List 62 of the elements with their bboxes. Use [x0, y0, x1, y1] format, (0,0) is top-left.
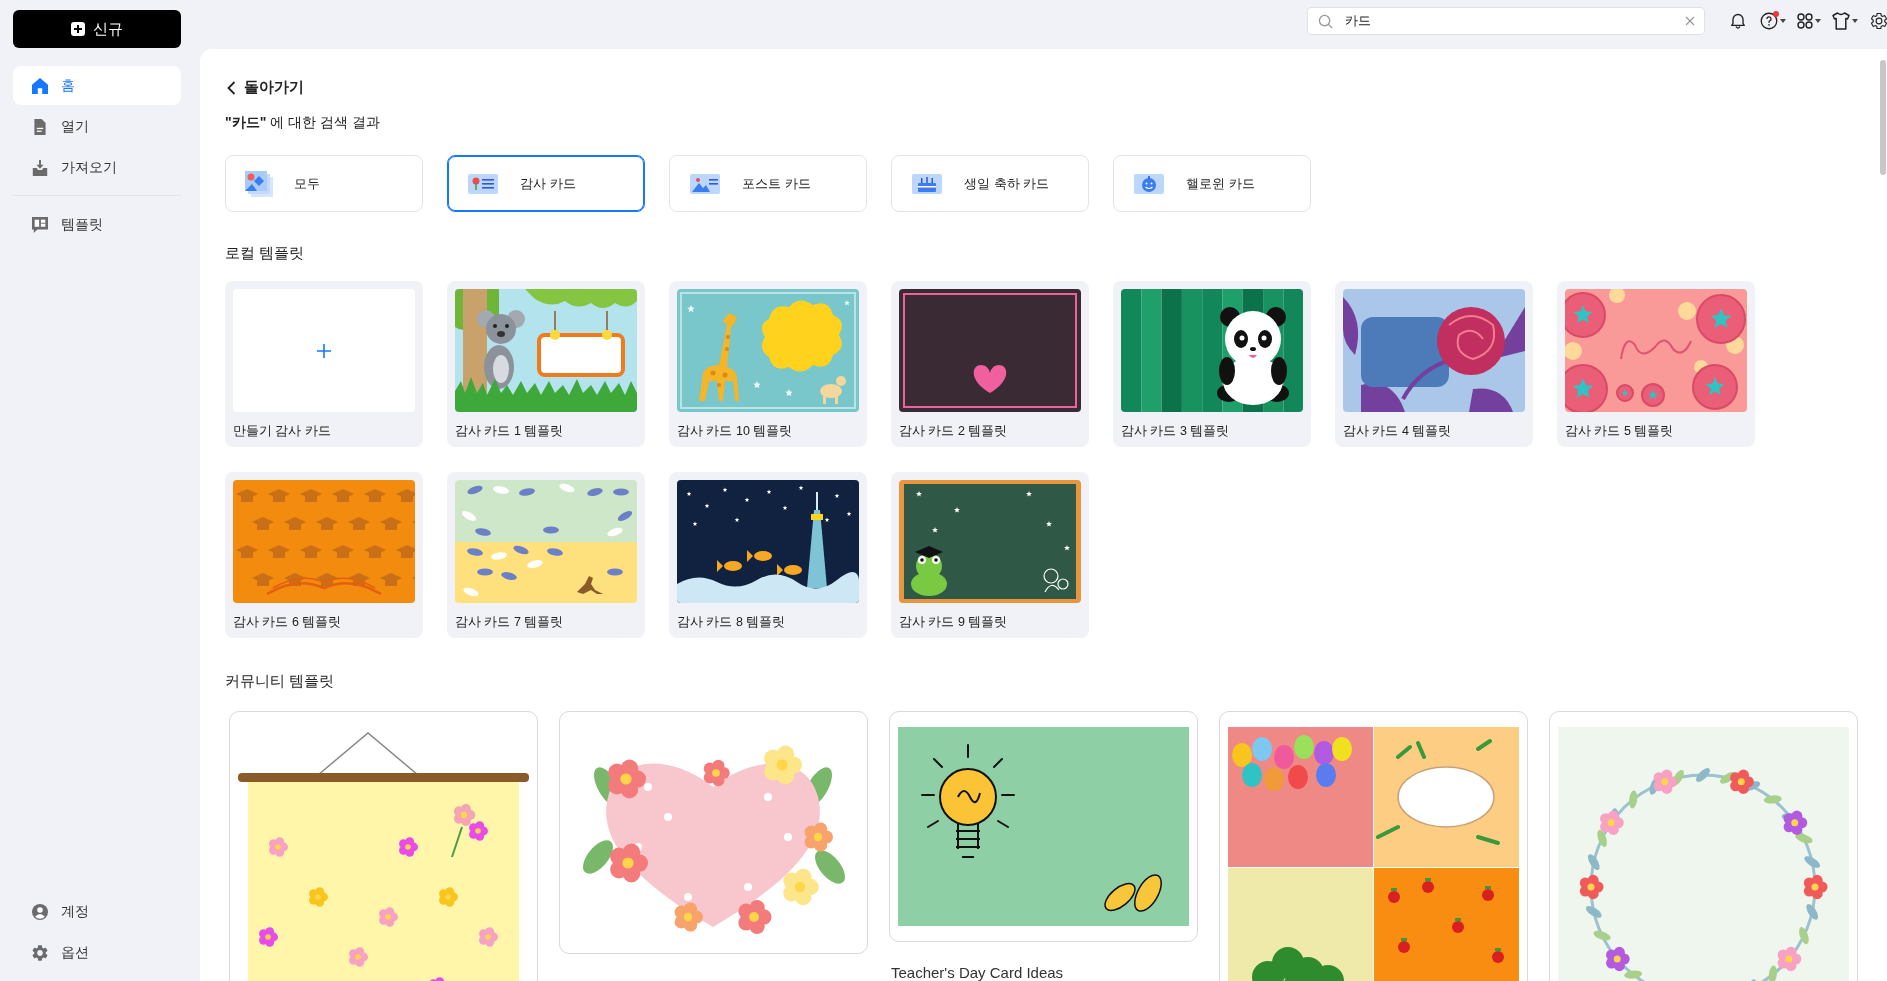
template-title: 감사 카드 4 템플릿 — [1343, 423, 1452, 439]
template-title: 감사 카드 7 템플릿 — [455, 614, 564, 630]
template-card[interactable]: 감사 카드 2 템플릿 — [891, 281, 1089, 447]
template-title: 만들기 감사 카드 — [233, 423, 331, 439]
settings-icon — [32, 944, 48, 961]
account-icon — [32, 903, 48, 920]
help-icon — [1760, 12, 1778, 30]
section-title: 커뮤니티 템플릿 — [225, 671, 335, 691]
picture-stack-icon — [244, 169, 274, 198]
template-card[interactable]: 감사 카드 10 템플릿 — [669, 281, 867, 447]
template-title: 감사 카드 5 템플릿 — [1565, 423, 1674, 439]
new-button[interactable]: 신규 — [13, 10, 181, 48]
template-title: 감사 카드 2 템플릿 — [899, 423, 1008, 439]
template-card[interactable]: 감사 카드 7 템플릿 — [447, 472, 645, 638]
bell-icon — [1729, 12, 1747, 30]
create-card-tile[interactable]: 만들기 감사 카드 — [225, 281, 423, 447]
close-icon — [1685, 16, 1695, 26]
template-title: Teacher's Day Card Ideas — [891, 964, 1064, 981]
template-card[interactable] — [559, 711, 868, 954]
category-button[interactable]: 생일 축하 카드 — [891, 155, 1089, 212]
apps-icon — [1797, 13, 1813, 29]
category-button[interactable]: 핼로윈 카드 — [1113, 155, 1311, 212]
template-card[interactable]: 감사 카드 4 템플릿 — [1335, 281, 1533, 447]
scrollbar-thumb[interactable] — [1880, 60, 1886, 175]
back-link[interactable]: 돌아가기 — [225, 78, 304, 97]
template-card[interactable]: 감사 카드 5 템플릿 — [1557, 281, 1755, 447]
template-card[interactable]: 감사 카드 3 템플릿 — [1113, 281, 1311, 447]
nav-item[interactable]: 옵션 — [13, 933, 181, 972]
template-title: 감사 카드 9 템플릿 — [899, 614, 1008, 630]
nav-item[interactable]: 열기 — [13, 107, 181, 146]
search-field[interactable]: 카드 — [1307, 7, 1705, 35]
plus-icon — [316, 342, 332, 359]
settings-icon — [1871, 13, 1887, 29]
category-button[interactable]: 모두 — [225, 155, 423, 212]
category-button[interactable]: 포스트 카드 — [669, 155, 867, 212]
caret-icon — [1780, 19, 1786, 23]
template-card[interactable]: 감사 카드 8 템플릿 — [669, 472, 867, 638]
template-title: 감사 카드 8 템플릿 — [677, 614, 786, 630]
caret-icon — [1815, 19, 1821, 23]
shirt-icon — [1832, 12, 1850, 30]
document-icon — [32, 118, 48, 135]
category-button[interactable]: 감사 카드 — [447, 155, 645, 212]
template-title: 감사 카드 1 템플릿 — [455, 423, 564, 439]
download-tray-icon — [32, 159, 48, 176]
nav-item[interactable]: 홈 — [13, 66, 181, 105]
nav-item[interactable]: 계정 — [13, 892, 181, 931]
template-title: 감사 카드 10 템플릿 — [677, 423, 793, 439]
chevron-left-icon — [227, 80, 236, 95]
template-card[interactable]: 감사 카드 9 템플릿 — [891, 472, 1089, 638]
template-title: 감사 카드 3 템플릿 — [1121, 423, 1230, 439]
nav-item[interactable]: 가져오기 — [13, 148, 181, 187]
search-icon — [1318, 13, 1333, 29]
search-results-heading: "카드" 에 대한 검색 결과 — [225, 113, 380, 132]
template-card[interactable]: 감사 카드 1 템플릿 — [447, 281, 645, 447]
template-title: 감사 카드 6 템플릿 — [233, 614, 342, 630]
plus-square-icon — [71, 22, 85, 36]
caret-icon — [1852, 19, 1858, 23]
template-icon — [32, 216, 48, 233]
home-icon — [32, 77, 48, 94]
nav-item[interactable]: 템플릿 — [13, 205, 181, 244]
template-card[interactable]: 감사 카드 6 템플릿 — [225, 472, 423, 638]
section-title: 로컬 템플릿 — [225, 243, 305, 263]
